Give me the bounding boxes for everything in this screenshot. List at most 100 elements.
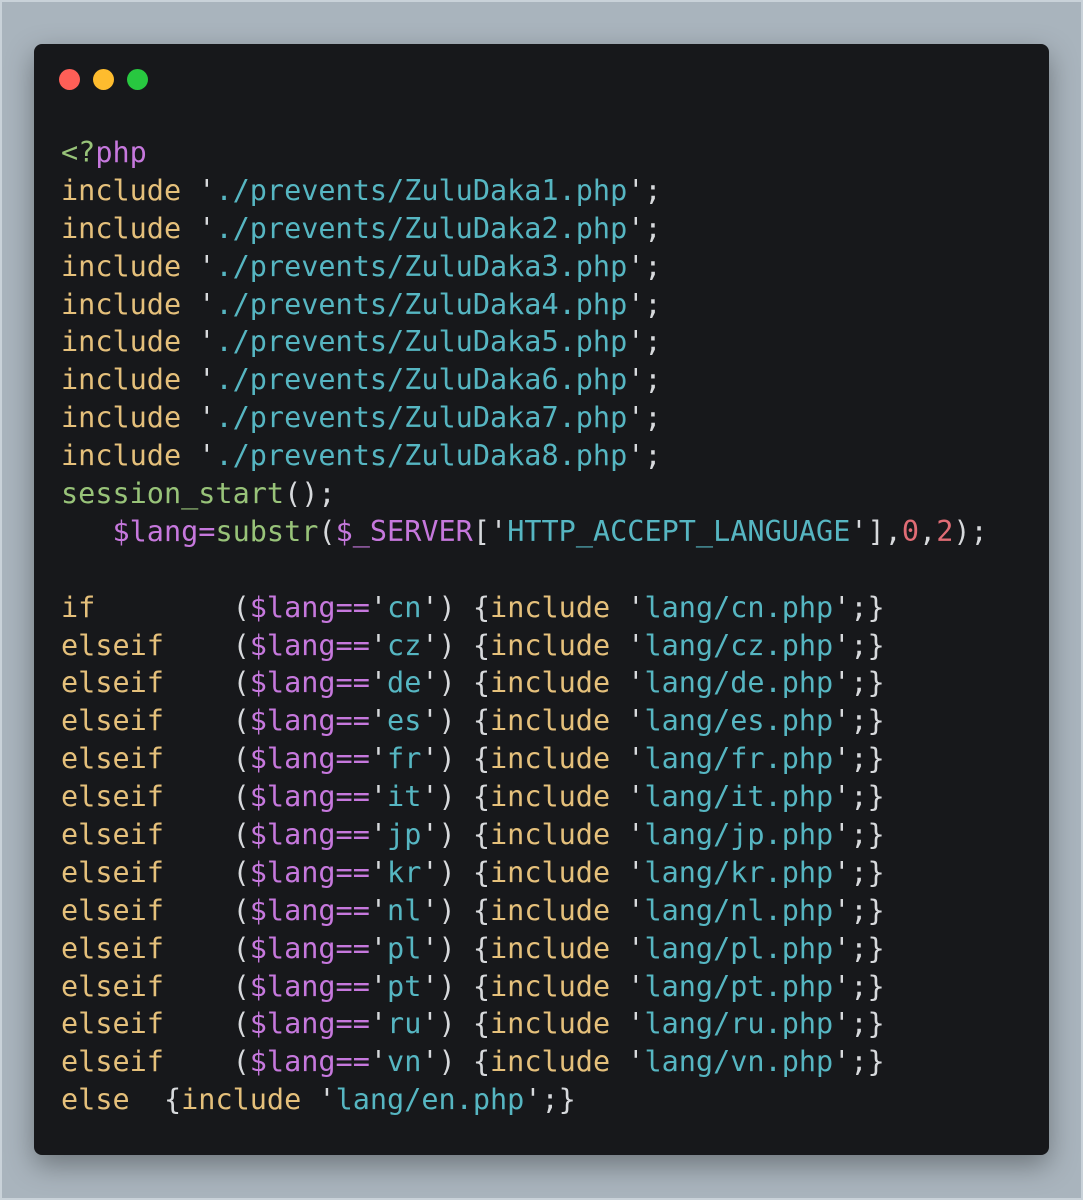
code-token: lang/jp.php — [644, 818, 834, 852]
code-token: jp — [387, 818, 422, 852]
code-token: ';} — [833, 893, 885, 927]
code-token: ' — [369, 590, 388, 624]
code-token: ';} — [833, 742, 885, 776]
code-token: include — [61, 173, 182, 207]
code-token: '; — [627, 211, 662, 245]
code-token: fr — [387, 742, 422, 776]
code-token: include — [490, 893, 611, 927]
code-token: (); — [284, 477, 336, 511]
code-token: ') { — [421, 1045, 491, 1079]
code-token: '; — [627, 363, 662, 397]
code-token: == — [335, 818, 370, 852]
code-token: = — [198, 514, 216, 548]
code-token: ' — [610, 855, 645, 889]
code-token: ' — [369, 628, 388, 662]
code-token: include — [490, 1007, 611, 1041]
code-token: == — [335, 590, 370, 624]
code-token: ( — [163, 969, 250, 1003]
code-token: else — [61, 1083, 130, 1117]
code-line: else {include 'lang/en.php';} — [61, 1081, 988, 1119]
code-token: ' — [610, 628, 645, 662]
code-token: include — [61, 287, 182, 321]
code-token: include — [490, 666, 611, 700]
code-token: include — [490, 704, 611, 738]
code-line: elseif ($lang=='vn') {include 'lang/vn.p… — [61, 1043, 988, 1081]
code-line: elseif ($lang=='kr') {include 'lang/kr.p… — [61, 854, 988, 892]
code-line: <?php — [61, 134, 988, 172]
code-token: ( — [163, 704, 250, 738]
code-token: session_start — [61, 477, 285, 511]
code-token: ';} — [833, 780, 885, 814]
code-token: elseif — [61, 818, 164, 852]
code-token: include — [490, 1045, 611, 1079]
code-token: ru — [387, 1007, 422, 1041]
code-token: ( — [318, 514, 336, 548]
code-token: include — [490, 855, 611, 889]
code-token: ';} — [833, 1045, 885, 1079]
minimize-button[interactable] — [93, 69, 114, 90]
code-token: ' — [610, 1045, 645, 1079]
code-token: include — [61, 439, 182, 473]
close-button[interactable] — [59, 69, 80, 90]
code-token: nl — [387, 893, 422, 927]
code-line: include './prevents/ZuluDaka1.php'; — [61, 172, 988, 210]
code-token: include — [490, 969, 611, 1003]
code-token: ' — [181, 287, 216, 321]
code-token: ' — [610, 780, 645, 814]
code-token: == — [335, 1007, 370, 1041]
code-token: ); — [953, 514, 988, 548]
code-token: ./prevents/ZuluDaka7.php — [215, 401, 628, 435]
maximize-button[interactable] — [127, 69, 148, 90]
code-line: elseif ($lang=='es') {include 'lang/es.p… — [61, 702, 988, 740]
code-token: elseif — [61, 666, 164, 700]
code-token: ( — [163, 628, 250, 662]
code-token: de — [387, 666, 422, 700]
code-token: ' — [181, 211, 216, 245]
code-token: lang/ru.php — [644, 1007, 834, 1041]
code-token: ' — [610, 666, 645, 700]
code-token: ' — [369, 855, 388, 889]
code-token: '; — [627, 325, 662, 359]
code-token: ( — [163, 855, 250, 889]
code-token: ') { — [421, 818, 491, 852]
code-token: ') { — [421, 1007, 491, 1041]
code-token: ./prevents/ZuluDaka2.php — [215, 211, 628, 245]
code-line: include './prevents/ZuluDaka4.php'; — [61, 286, 988, 324]
code-token: if — [61, 590, 96, 624]
code-token: lang/pt.php — [644, 969, 834, 1003]
code-token: ( — [163, 666, 250, 700]
code-token: ' — [610, 742, 645, 776]
code-token: vn — [387, 1045, 422, 1079]
code-token: include — [61, 211, 182, 245]
code-token: include — [61, 249, 182, 283]
code-token: ';} — [833, 931, 885, 965]
code-token: cz — [387, 628, 422, 662]
code-token: 2 — [936, 514, 954, 548]
code-token: ( — [163, 1007, 250, 1041]
code-token: include — [490, 628, 611, 662]
code-token: $lang — [249, 969, 336, 1003]
code-token: elseif — [61, 893, 164, 927]
code-token: == — [335, 855, 370, 889]
code-token: $lang — [249, 1045, 336, 1079]
code-line: elseif ($lang=='de') {include 'lang/de.p… — [61, 664, 988, 702]
code-token: ' — [369, 931, 388, 965]
code-token: ( — [163, 1045, 250, 1079]
code-token: $_SERVER — [335, 514, 473, 548]
code-token: ' — [369, 780, 388, 814]
code-token: ' — [610, 969, 645, 1003]
code-token: ./prevents/ZuluDaka6.php — [215, 363, 628, 397]
code-line: include './prevents/ZuluDaka5.php'; — [61, 323, 988, 361]
code-token: es — [387, 704, 422, 738]
code-token: ./prevents/ZuluDaka5.php — [215, 325, 628, 359]
code-token: ';} — [833, 818, 885, 852]
code-line: $lang=substr($_SERVER['HTTP_ACCEPT_LANGU… — [61, 513, 988, 551]
code-line: include './prevents/ZuluDaka6.php'; — [61, 361, 988, 399]
code-token: ' — [610, 1007, 645, 1041]
code-token: include — [181, 1083, 302, 1117]
code-token: ' — [181, 439, 216, 473]
code-token: ' — [610, 818, 645, 852]
code-token: == — [335, 742, 370, 776]
code-token: 0 — [901, 514, 920, 548]
